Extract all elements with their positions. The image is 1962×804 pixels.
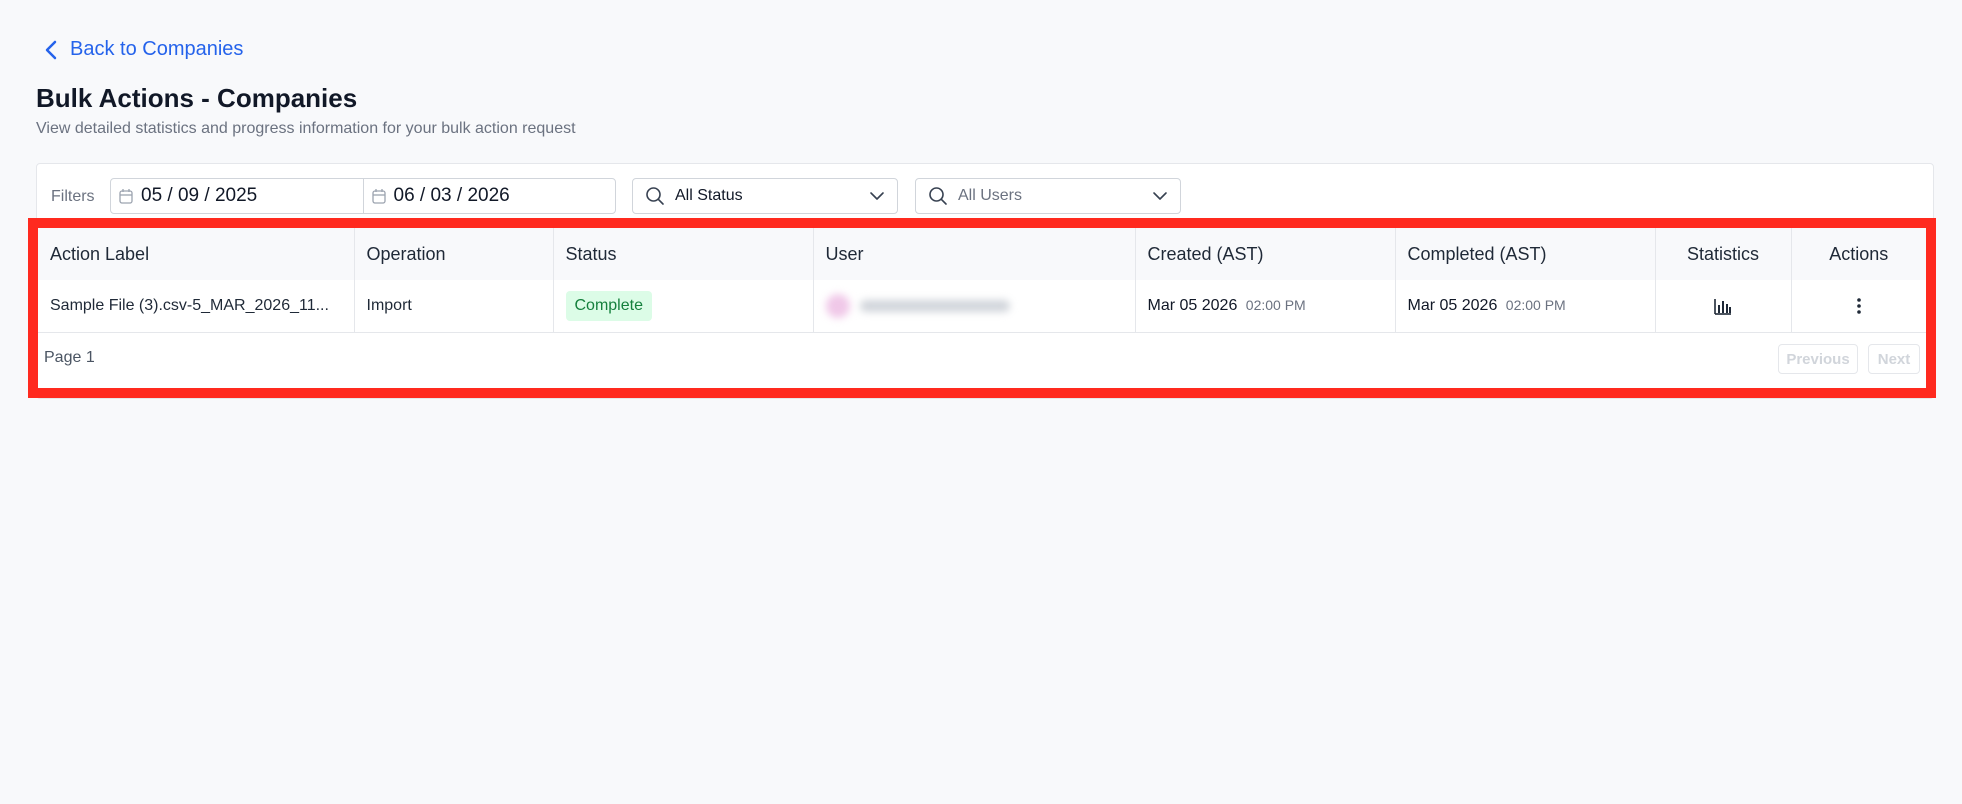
column-header-created: Created (AST): [1135, 228, 1396, 280]
action-label-cell: Sample File (3).csv-5_MAR_2026_11...: [38, 280, 355, 332]
column-header-statistics: Statistics: [1655, 228, 1792, 280]
status-filter-value: All Status: [675, 187, 743, 204]
column-header-status: Status: [553, 228, 814, 280]
created-time: 02:00 PM: [1245, 296, 1306, 313]
back-to-companies-link[interactable]: Back to Companies: [42, 38, 243, 61]
operation-cell: Import: [354, 280, 554, 332]
more-vertical-icon[interactable]: [1849, 296, 1869, 316]
calendar-icon: [119, 189, 133, 204]
date-from-field[interactable]: 05 / 09 / 2025: [111, 179, 363, 213]
bulk-actions-page: Back to Companies Bulk Actions - Compani…: [0, 0, 1962, 804]
created-date: Mar 05 2026: [1147, 296, 1238, 314]
bar-chart-icon[interactable]: [1713, 296, 1733, 316]
date-range-picker: 05 / 09 / 2025 06 / 03 / 2026: [110, 178, 616, 214]
highlighted-table-region: Action Label Operation Status User Creat…: [28, 218, 1936, 398]
column-header-action-label: Action Label: [38, 228, 355, 280]
status-cell: Complete: [553, 280, 814, 332]
user-name-redacted: [859, 299, 1010, 312]
search-icon: [646, 187, 664, 205]
user-redacted: [825, 293, 1135, 318]
table-header-row: Action Label Operation Status User Creat…: [38, 228, 1926, 280]
page-subtitle: View detailed statistics and progress in…: [36, 120, 576, 137]
created-cell: Mar 05 2026 02:00 PM: [1135, 280, 1396, 332]
actions-cell: [1791, 280, 1926, 332]
users-filter-placeholder: All Users: [958, 187, 1023, 204]
user-cell: [813, 280, 1136, 332]
users-filter-select[interactable]: All Users: [915, 178, 1181, 214]
chevron-down-icon: [870, 192, 884, 200]
status-filter-select[interactable]: All Status: [632, 178, 898, 214]
completed-date: Mar 05 2026: [1407, 296, 1498, 314]
completed-cell: Mar 05 2026 02:00 PM: [1395, 280, 1656, 332]
date-to-value: 06 / 03 / 2026: [393, 185, 510, 206]
calendar-icon: [371, 189, 386, 204]
column-header-user: User: [813, 228, 1136, 280]
search-icon: [929, 187, 947, 205]
status-badge: Complete: [565, 290, 652, 321]
chevron-down-icon: [1153, 192, 1167, 200]
back-link-label: Back to Companies: [70, 38, 244, 60]
table-footer: Page 1 Previous Next: [38, 334, 1926, 378]
column-header-actions: Actions: [1829, 243, 1889, 264]
statistics-cell: [1655, 280, 1792, 332]
bulk-actions-table: Action Label Operation Status User Creat…: [38, 228, 1926, 333]
column-header-completed: Completed (AST): [1395, 228, 1656, 280]
table-row[interactable]: Sample File (3).csv-5_MAR_2026_11... Imp…: [38, 280, 1926, 332]
page-title: Bulk Actions - Companies: [36, 83, 358, 113]
next-page-button[interactable]: Next: [1868, 344, 1920, 374]
filters-bar: Filters 05 / 09 / 2025 06 / 03 / 2026 Al…: [37, 164, 1933, 220]
chevron-left-icon: [45, 40, 57, 59]
avatar: [825, 293, 850, 318]
completed-time: 02:00 PM: [1505, 296, 1566, 313]
date-from-value: 05 / 09 / 2025: [141, 185, 258, 206]
date-to-field[interactable]: 06 / 03 / 2026: [362, 179, 616, 213]
column-header-operation: Operation: [354, 228, 554, 280]
page-indicator: Page 1: [44, 349, 95, 366]
previous-page-button[interactable]: Previous: [1778, 344, 1858, 374]
filters-label: Filters: [51, 188, 95, 205]
